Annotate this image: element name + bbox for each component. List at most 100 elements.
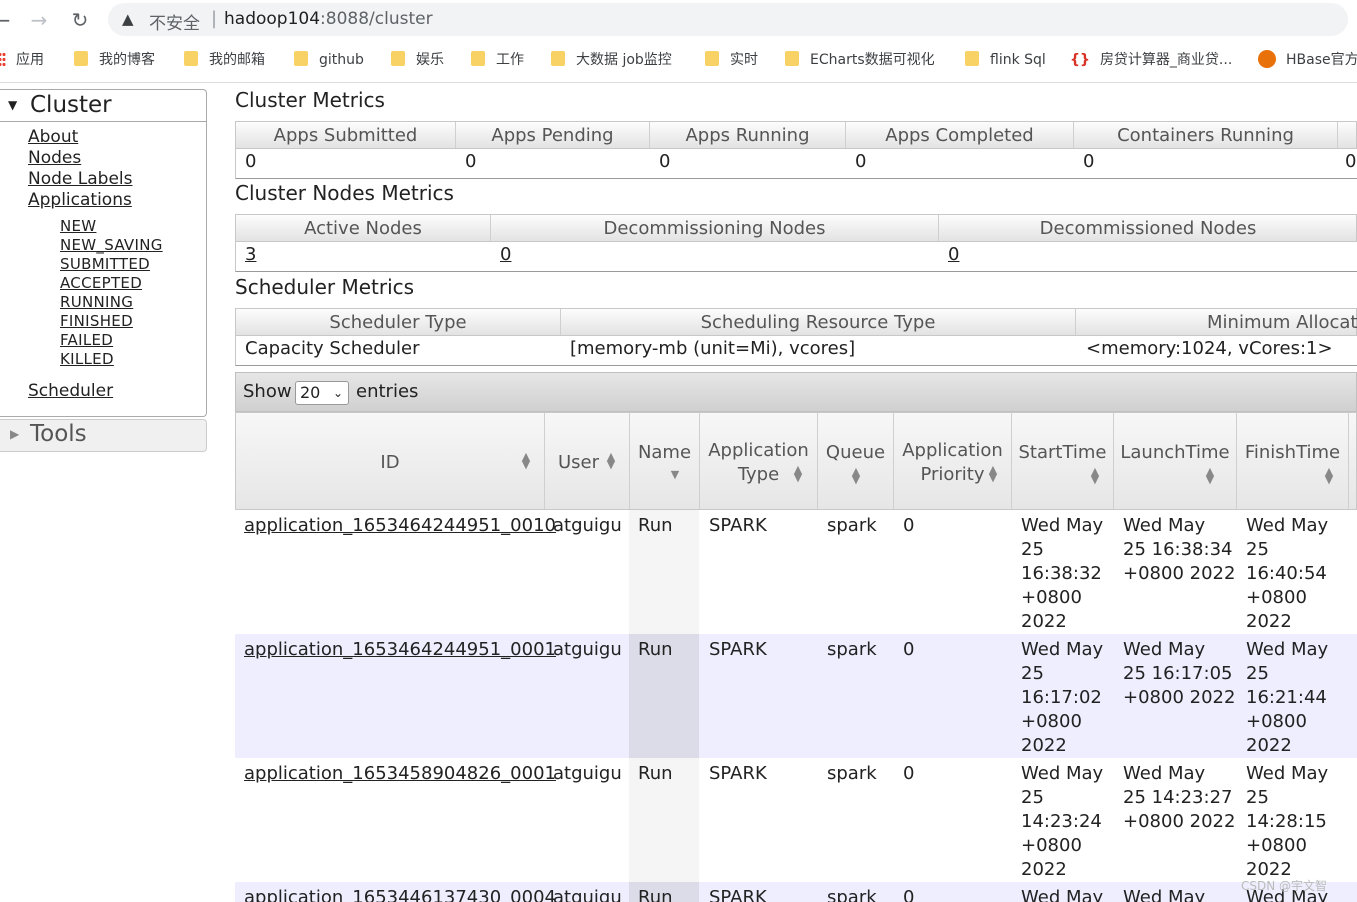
forward-icon[interactable]: →: [25, 6, 53, 34]
time-line: 25: [1246, 787, 1269, 808]
bookmark-bigdata[interactable]: 大数据 job监控: [551, 49, 672, 71]
nav-about[interactable]: About: [28, 127, 78, 147]
nav-node-labels[interactable]: Node Labels: [28, 169, 133, 189]
bookmark-label: 娱乐: [416, 52, 444, 68]
folder-icon: [705, 51, 719, 66]
bookmark-echarts[interactable]: ECharts数据可视化: [785, 49, 935, 71]
insecure-label[interactable]: 不安全: [149, 9, 200, 34]
time-line: Wed May: [1123, 515, 1206, 536]
nav-scheduler[interactable]: Scheduler: [28, 381, 113, 401]
app-type: SPARK: [709, 887, 767, 902]
tools-title: Tools: [30, 421, 87, 447]
col-apps-completed[interactable]: Apps Completed: [846, 122, 1074, 148]
entries-select[interactable]: 20 ⌄: [295, 381, 349, 405]
col-containers-running[interactable]: Containers Running: [1074, 122, 1338, 148]
col-queue[interactable]: Queue ▲ ▼: [818, 413, 894, 509]
col-application-type[interactable]: Application Type ▲ ▼: [700, 413, 818, 509]
active-nodes-link[interactable]: 3: [245, 244, 256, 265]
metric-value: 0: [245, 151, 257, 172]
app-start-time: Wed May 25 16:17:02 +0800 2022: [1021, 638, 1103, 758]
nav-state-finished[interactable]: FINISHED: [60, 312, 133, 330]
resource-type-value: [memory-mb (unit=Mi), vcores]: [570, 338, 856, 359]
app-name: Run: [638, 639, 673, 660]
collapsed-triangle-icon: ▶: [10, 427, 20, 441]
app-id-link[interactable]: application_1653446137430_0004: [244, 886, 556, 902]
table-row: application_1653464244951_0010 atguigu R…: [235, 510, 1357, 634]
nav-applications[interactable]: Applications: [28, 190, 132, 210]
nav-nodes[interactable]: Nodes: [28, 148, 81, 168]
col-label: LaunchTime: [1120, 442, 1230, 463]
col-minimum-allocation[interactable]: Minimum Allocati: [1076, 309, 1357, 335]
time-line: 14:23:24: [1021, 811, 1102, 832]
time-line: 25: [1246, 539, 1269, 560]
bookmark-work[interactable]: 工作: [471, 49, 524, 71]
bookmark-entertainment[interactable]: 娱乐: [391, 49, 444, 71]
bookmark-realtime[interactable]: 实时: [705, 49, 758, 71]
app-id-link[interactable]: application_1653464244951_0001: [244, 638, 556, 662]
metric-value: 0: [855, 151, 867, 172]
time-line: +0800 2022: [1123, 563, 1236, 584]
col-scheduler-type[interactable]: Scheduler Type: [236, 309, 561, 335]
time-line: 25: [1021, 787, 1044, 808]
address-bar-row: ← → ↻ ▲ 不安全 | hadoop104:8088/cluster: [0, 0, 1357, 40]
app-launch-time: Wed May 25 16:17:05 +0800 2022: [1123, 638, 1235, 710]
url-field[interactable]: ▲ 不安全 | hadoop104:8088/cluster: [108, 3, 1348, 36]
time-line: 16:38:32: [1021, 563, 1102, 584]
bookmark-label: 大数据 job监控: [576, 52, 672, 68]
time-line: 2022: [1246, 611, 1292, 632]
app-user: atguigu: [553, 515, 622, 536]
url-text[interactable]: hadoop104:8088/cluster: [224, 9, 433, 29]
nav-state-failed[interactable]: FAILED: [60, 331, 113, 349]
col-user[interactable]: User ▲ ▼: [545, 413, 630, 509]
warning-icon[interactable]: ▲: [122, 10, 134, 28]
bookmark-label: HBase官方: [1286, 52, 1357, 68]
time-line: 25: [1246, 663, 1269, 684]
expanded-triangle-icon: ▼: [8, 98, 18, 112]
col-finish-time[interactable]: FinishTime ▲ ▼: [1237, 413, 1349, 509]
decommissioning-nodes-link[interactable]: 0: [500, 244, 511, 265]
app-start-time: Wed May: [1021, 886, 1103, 902]
col-start-time[interactable]: StartTime ▲ ▼: [1012, 413, 1114, 509]
bookmark-mail[interactable]: 我的邮箱: [184, 49, 265, 71]
col-application-priority[interactable]: Application Priority ▲ ▼: [894, 413, 1012, 509]
nav-state-new[interactable]: NEW: [60, 217, 96, 235]
bookmark-flink[interactable]: flink Sql: [965, 49, 1046, 71]
bookmark-mortgage[interactable]: {} 房贷计算器_商业贷...: [1070, 49, 1232, 71]
col-launch-time[interactable]: LaunchTime ▲ ▼: [1114, 413, 1237, 509]
app-start-time: Wed May 25 14:23:24 +0800 2022: [1021, 762, 1103, 882]
bookmark-github[interactable]: github: [294, 49, 364, 71]
app-type: SPARK: [709, 515, 767, 536]
cluster-header[interactable]: ▼ Cluster: [0, 90, 206, 122]
nav-state-running[interactable]: RUNNING: [60, 293, 133, 311]
folder-icon: [74, 51, 88, 66]
col-scheduling-resource-type[interactable]: Scheduling Resource Type: [561, 309, 1076, 335]
col-active-nodes[interactable]: Active Nodes: [236, 215, 491, 241]
apps-grid-icon: [0, 52, 6, 66]
cluster-panel: ▼ Cluster About Nodes Node Labels Applic…: [0, 89, 207, 417]
scheduler-metrics-title: Scheduler Metrics: [235, 275, 415, 299]
tools-panel[interactable]: ▶ Tools: [0, 419, 207, 452]
nav-state-submitted[interactable]: SUBMITTED: [60, 255, 150, 273]
bookmark-hbase[interactable]: HBase官方: [1258, 49, 1357, 71]
col-name[interactable]: Name ▼: [630, 413, 700, 509]
nav-state-new-saving[interactable]: NEW_SAVING: [60, 236, 163, 254]
col-apps-pending[interactable]: Apps Pending: [456, 122, 650, 148]
reload-icon[interactable]: ↻: [66, 6, 94, 34]
nav-state-accepted[interactable]: ACCEPTED: [60, 274, 142, 292]
col-decommissioning-nodes[interactable]: Decommissioning Nodes: [491, 215, 939, 241]
col-id[interactable]: ID ▲ ▼: [236, 413, 545, 509]
back-icon[interactable]: ←: [0, 6, 16, 34]
app-finish-time: Wed May 25 16:21:44 +0800 2022: [1246, 638, 1328, 758]
col-apps-running[interactable]: Apps Running: [650, 122, 846, 148]
bookmark-label: flink Sql: [990, 52, 1046, 68]
col-decommissioned-nodes[interactable]: Decommissioned Nodes: [939, 215, 1357, 241]
app-id-link[interactable]: application_1653464244951_0010: [244, 514, 556, 538]
app-id-link[interactable]: application_1653458904826_0001: [244, 762, 556, 786]
folder-icon: [785, 51, 799, 66]
bookmark-blog[interactable]: 我的博客: [74, 49, 155, 71]
nav-state-killed[interactable]: KILLED: [60, 350, 114, 368]
decommissioned-nodes-link[interactable]: 0: [948, 244, 959, 265]
col-apps-submitted[interactable]: Apps Submitted: [236, 122, 456, 148]
time-line: Wed May: [1123, 763, 1206, 784]
bookmark-apps[interactable]: 应用: [0, 49, 44, 71]
